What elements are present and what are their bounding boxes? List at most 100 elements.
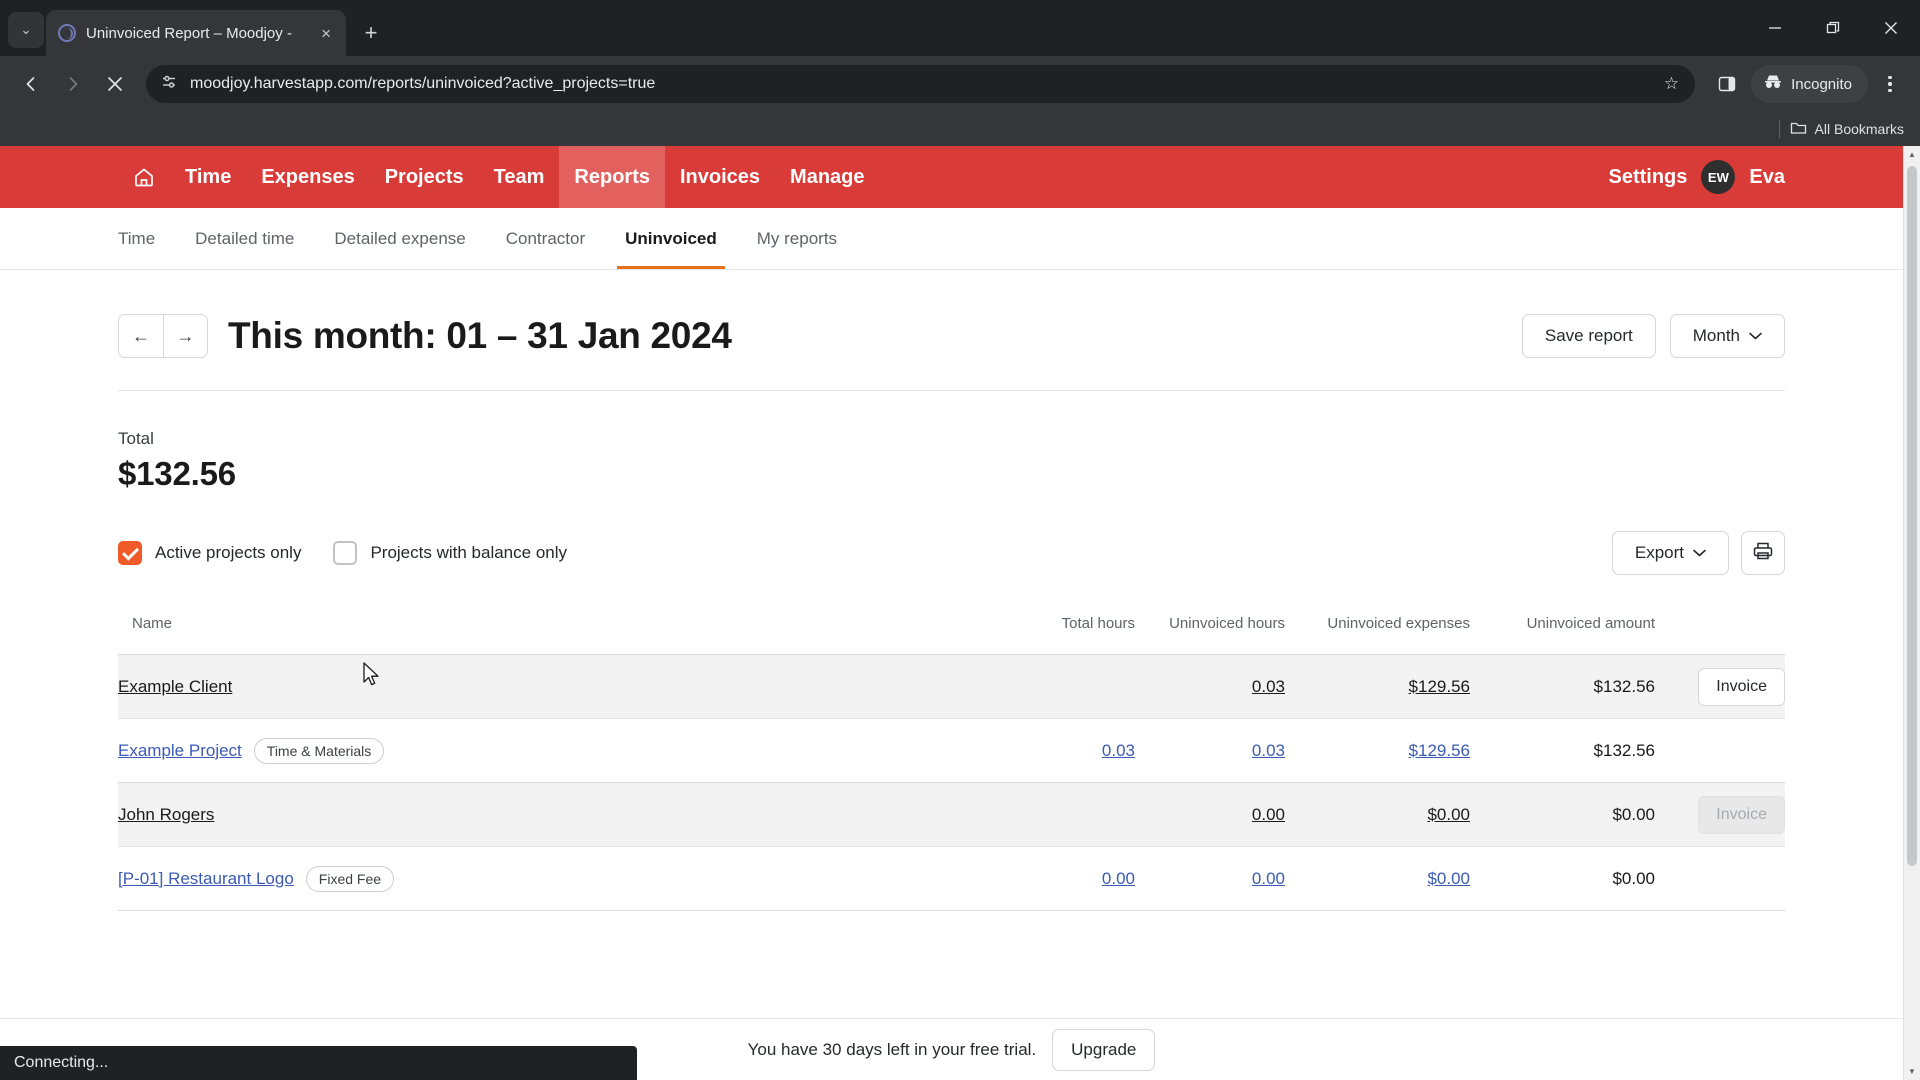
tab-title: Uninvoiced Report – Moodjoy -	[86, 24, 292, 42]
bookmark-star-icon[interactable]: ☆	[1664, 74, 1687, 94]
nav-item-time[interactable]: Time	[170, 146, 246, 208]
scroll-up-icon[interactable]: ▲	[1904, 146, 1920, 163]
cell-total-hours	[945, 782, 1135, 847]
cell-uninvoiced-hours: 0.00	[1135, 846, 1285, 911]
page-title: This month: 01 – 31 Jan 2024	[228, 315, 732, 356]
all-bookmarks-button[interactable]: All Bookmarks	[1790, 121, 1904, 138]
forward-icon[interactable]	[54, 65, 92, 103]
uninvoiced-expenses-link[interactable]: $129.56	[1409, 677, 1470, 696]
uninvoiced-expenses-link[interactable]: $0.00	[1427, 869, 1470, 888]
cell-action: Invoice	[1655, 654, 1785, 719]
cell-uninvoiced-hours: 0.03	[1135, 654, 1285, 719]
uninvoiced-expenses-link[interactable]: $129.56	[1409, 741, 1470, 760]
next-period-button[interactable]: →	[163, 315, 207, 357]
previous-period-button[interactable]: ←	[119, 315, 163, 357]
filters: Active projects only Projects with balan…	[118, 541, 567, 565]
total-hours-link[interactable]: 0.00	[1102, 869, 1135, 888]
stop-loading-icon[interactable]	[96, 65, 134, 103]
nav-item-manage[interactable]: Manage	[775, 146, 879, 208]
address-bar[interactable]: moodjoy.harvestapp.com/reports/uninvoice…	[146, 65, 1696, 103]
total-hours-link[interactable]: 0.03	[1102, 741, 1135, 760]
col-name: Name	[118, 597, 945, 655]
uninvoiced-hours-link[interactable]: 0.00	[1252, 805, 1285, 824]
period-nav: ← →	[118, 314, 208, 358]
home-icon[interactable]	[118, 146, 170, 208]
tab-close-icon[interactable]: ×	[318, 22, 334, 45]
col-uninvoiced-expenses: Uninvoiced expenses	[1285, 597, 1470, 655]
folder-icon	[1790, 121, 1807, 138]
scroll-down-icon[interactable]: ▼	[1904, 1063, 1920, 1080]
report-header-right: Save report Month	[1521, 314, 1785, 358]
filter-balance-only[interactable]: Projects with balance only	[333, 541, 567, 565]
upgrade-button[interactable]: Upgrade	[1052, 1028, 1156, 1071]
report-subtabs: Time Detailed time Detailed expense Cont…	[0, 208, 1903, 270]
period-select[interactable]: Month	[1669, 314, 1785, 358]
site-settings-icon[interactable]	[160, 73, 178, 96]
scrollbar-thumb[interactable]	[1907, 166, 1917, 866]
uninvoiced-expenses-link[interactable]: $0.00	[1427, 805, 1470, 824]
browser-tab[interactable]: Uninvoiced Report – Moodjoy - ×	[46, 10, 346, 56]
tab-detailed-time[interactable]: Detailed time	[175, 208, 314, 269]
all-bookmarks-label: All Bookmarks	[1814, 121, 1904, 137]
period-label: Month	[1692, 326, 1740, 345]
window-controls	[1746, 0, 1920, 56]
tab-my-reports[interactable]: My reports	[737, 208, 857, 269]
new-tab-button[interactable]: +	[354, 16, 388, 50]
report-header-left: ← → This month: 01 – 31 Jan 2024	[118, 314, 732, 358]
nav-item-team[interactable]: Team	[479, 146, 560, 208]
nav-label: Time	[185, 165, 232, 188]
print-button[interactable]	[1741, 531, 1785, 575]
cell-action	[1655, 846, 1785, 911]
cell-name: John Rogers	[118, 782, 945, 847]
cell-uninvoiced-expenses: $0.00	[1285, 846, 1470, 911]
side-panel-icon[interactable]	[1707, 65, 1747, 103]
tab-search-button[interactable]: ⌄	[8, 12, 44, 48]
cell-uninvoiced-amount: $0.00	[1470, 782, 1655, 847]
table-row: Example Project Time & Materials 0.03 0.…	[118, 718, 1785, 783]
invoice-button[interactable]: Invoice	[1698, 667, 1785, 706]
nav-label: Invoices	[680, 165, 761, 188]
tab-contractor[interactable]: Contractor	[486, 208, 605, 269]
tab-uninvoiced[interactable]: Uninvoiced	[605, 208, 737, 269]
uninvoiced-hours-link[interactable]: 0.03	[1252, 741, 1285, 760]
project-link[interactable]: Example Project	[118, 741, 242, 761]
tab-label: Time	[118, 228, 156, 248]
minimize-icon[interactable]	[1746, 0, 1804, 56]
moodjoy-favicon	[58, 24, 76, 42]
page-scrollbar[interactable]: ▲ ▼	[1903, 146, 1920, 1080]
uninvoiced-hours-link[interactable]: 0.03	[1252, 677, 1285, 696]
nav-item-reports[interactable]: Reports	[559, 146, 665, 208]
save-report-label: Save report	[1544, 326, 1633, 345]
settings-link[interactable]: Settings	[1609, 166, 1688, 189]
divider	[1778, 120, 1780, 138]
client-link[interactable]: Example Client	[118, 677, 232, 697]
nav-item-invoices[interactable]: Invoices	[665, 146, 775, 208]
save-report-button[interactable]: Save report	[1521, 314, 1656, 358]
cell-action	[1655, 718, 1785, 783]
nav-item-expenses[interactable]: Expenses	[246, 146, 369, 208]
checkbox-balance-only[interactable]	[333, 541, 358, 565]
tab-detailed-expense[interactable]: Detailed expense	[314, 208, 485, 269]
app-nav-right: Settings EW Eva	[1609, 160, 1904, 194]
back-icon[interactable]	[12, 65, 50, 103]
incognito-indicator[interactable]: Incognito	[1751, 65, 1868, 103]
cell-uninvoiced-amount: $132.56	[1470, 718, 1655, 783]
uninvoiced-hours-link[interactable]: 0.00	[1252, 869, 1285, 888]
project-link[interactable]: [P-01] Restaurant Logo	[118, 869, 294, 889]
export-button[interactable]: Export	[1611, 531, 1729, 575]
filter-active-projects[interactable]: Active projects only	[118, 541, 301, 565]
close-icon[interactable]	[1862, 0, 1920, 56]
table-body: Example Client 0.03 $129.56 $132.56 Invo…	[118, 654, 1785, 911]
tab-time[interactable]: Time	[118, 208, 175, 269]
chevron-down-icon: ⌄	[20, 22, 32, 37]
user-name[interactable]: Eva	[1749, 166, 1785, 189]
tab-label: Detailed time	[195, 228, 295, 248]
avatar[interactable]: EW	[1701, 160, 1736, 194]
report-actions: Export	[1611, 531, 1785, 575]
client-link[interactable]: John Rogers	[118, 805, 214, 825]
checkbox-active-projects[interactable]	[118, 541, 142, 565]
browser-menu-icon[interactable]	[1872, 65, 1908, 103]
nav-item-projects[interactable]: Projects	[370, 146, 479, 208]
restore-icon[interactable]	[1804, 0, 1862, 56]
table-row: [P-01] Restaurant Logo Fixed Fee 0.00 0.…	[118, 846, 1785, 911]
